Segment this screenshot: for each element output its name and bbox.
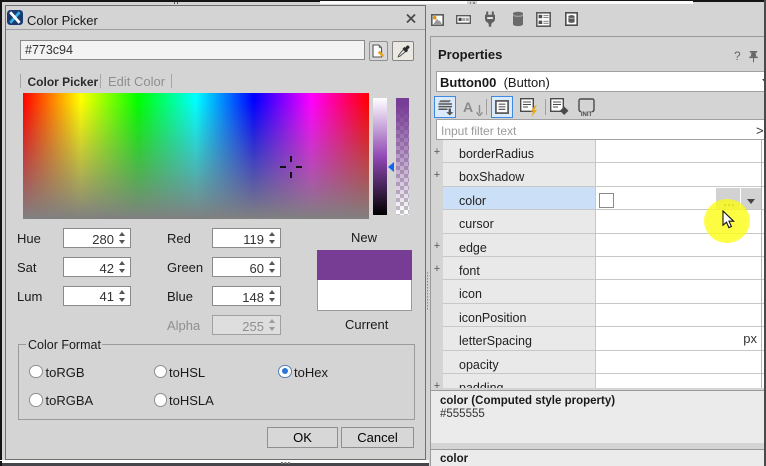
svg-text:INIT: INIT	[581, 112, 593, 117]
